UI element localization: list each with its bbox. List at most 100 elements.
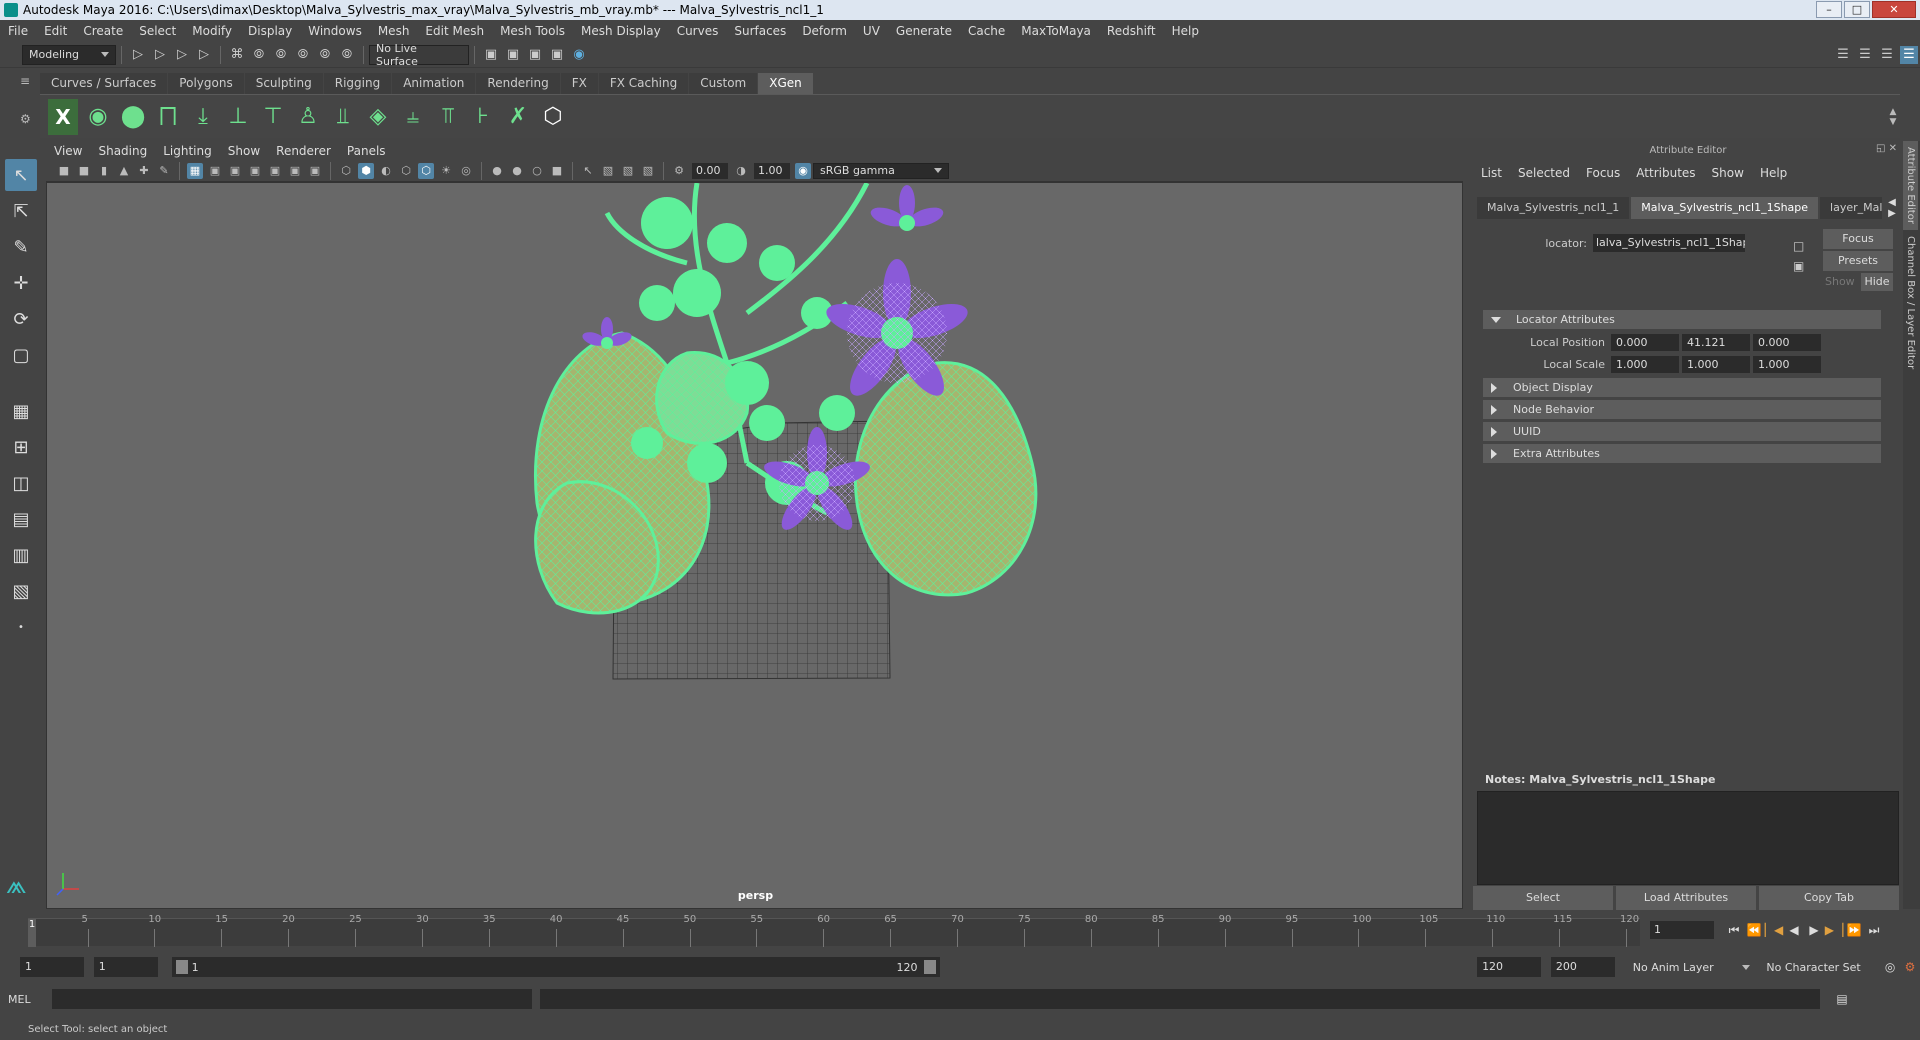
side-tab-attribute-editor[interactable]: Attribute Editor xyxy=(1903,141,1918,230)
render-icon[interactable]: ▣ xyxy=(504,46,522,64)
current-frame-field[interactable]: 1 xyxy=(1650,921,1714,939)
range-start-handle[interactable] xyxy=(175,960,188,974)
new-scene-icon[interactable]: ▷ xyxy=(129,46,147,64)
copy-tab-button[interactable]: Copy Tab xyxy=(1759,886,1899,910)
tab-polygons[interactable]: Polygons xyxy=(168,72,244,94)
menu-mesh[interactable]: Mesh xyxy=(370,20,418,42)
vp-menu-renderer[interactable]: Renderer xyxy=(268,144,339,158)
time-slider[interactable]: 1 5 10 15 20 25 30 35 40 45 50 55 60 65 70 75 80 85 90 95 1… xyxy=(20,912,1642,947)
persp-viewport[interactable]: persp xyxy=(46,182,1463,909)
menu-windows[interactable]: Windows xyxy=(300,20,370,42)
wireframe-on-shaded-icon[interactable]: ⬡ xyxy=(398,163,414,179)
anti-aliasing-icon[interactable]: ■ xyxy=(549,163,565,179)
output-node-icon[interactable]: ▣ xyxy=(1793,259,1804,273)
command-input[interactable] xyxy=(52,989,532,1009)
xray-icon[interactable]: ⬡ xyxy=(418,162,434,179)
tab-curves-surfaces[interactable]: Curves / Surfaces xyxy=(40,72,168,94)
xgen-comb-icon[interactable]: ⫫ xyxy=(328,99,358,135)
ae-menu-help[interactable]: Help xyxy=(1752,166,1795,180)
layers-icon[interactable]: ☰ xyxy=(1900,45,1918,64)
step-back-key-icon[interactable]: ⏪ xyxy=(1744,920,1764,940)
load-attributes-button[interactable]: Load Attributes xyxy=(1616,886,1756,910)
shadows-icon[interactable]: ● xyxy=(489,163,505,179)
show-button[interactable]: Show xyxy=(1825,273,1859,291)
node-name-field[interactable]: lalva_Sylvestris_ncl1_1Shape xyxy=(1593,234,1745,252)
time-slider-track[interactable]: 1 5 10 15 20 25 30 35 40 45 50 55 60 65 70 75 80 85 90 95 1… xyxy=(28,914,1640,947)
lasso-tool-icon[interactable]: ⇱ xyxy=(5,195,37,227)
resolution-gate-icon[interactable]: ▣ xyxy=(227,163,243,179)
motion-blur-icon[interactable]: ○ xyxy=(529,163,545,179)
undo-icon[interactable]: ▷ xyxy=(195,46,213,64)
tab-sculpting[interactable]: Sculpting xyxy=(244,72,323,94)
current-time-marker[interactable]: 1 xyxy=(28,919,36,947)
menu-help[interactable]: Help xyxy=(1164,20,1207,42)
camera-attr-icon[interactable]: ■ xyxy=(76,163,92,179)
xgen-layers-icon[interactable]: ◈ xyxy=(363,99,393,135)
paint-select-tool-icon[interactable]: ✎ xyxy=(5,231,37,263)
menu-uv[interactable]: UV xyxy=(855,20,888,42)
grease-pencil-icon[interactable]: ✎ xyxy=(156,163,172,179)
menu-select[interactable]: Select xyxy=(131,20,184,42)
color-management-icon[interactable]: ◉ xyxy=(795,162,811,179)
presets-button[interactable]: Presets xyxy=(1823,251,1893,271)
xgen-groom-icon[interactable]: ⫪ xyxy=(433,99,463,135)
ae-menu-show[interactable]: Show xyxy=(1704,166,1752,180)
rotate-tool-icon[interactable]: ⟳ xyxy=(5,303,37,335)
animation-end-field[interactable]: 200 xyxy=(1550,957,1615,977)
exposure-field[interactable]: 0.00 xyxy=(692,162,728,179)
xgen-editor-icon[interactable]: X xyxy=(48,98,78,135)
float-close-icons[interactable]: ◱ ✕ xyxy=(1876,143,1897,154)
xgen-add-guide-icon[interactable]: ⤓ xyxy=(188,99,218,135)
menu-file[interactable]: File xyxy=(0,20,36,42)
notes-textarea[interactable] xyxy=(1477,791,1899,885)
render-settings-icon[interactable]: ▣ xyxy=(548,46,566,64)
image-plane-icon[interactable]: ▲ xyxy=(116,163,132,179)
safe-title-icon[interactable]: ▣ xyxy=(307,163,323,179)
step-forward-key-icon[interactable]: ⏩ xyxy=(1844,920,1864,940)
xgen-cut-icon[interactable]: ✗ xyxy=(503,99,533,135)
exposure-icon[interactable]: ⚙ xyxy=(671,163,687,179)
menu-curves[interactable]: Curves xyxy=(669,20,727,42)
menu-surfaces[interactable]: Surfaces xyxy=(726,20,794,42)
hypershade-layout-icon[interactable]: ▥ xyxy=(5,539,37,571)
animation-start-field[interactable]: 1 xyxy=(19,957,84,977)
menu-generate[interactable]: Generate xyxy=(888,20,960,42)
xray-active-icon[interactable]: ▧ xyxy=(620,163,636,179)
xgen-rebuild-guide-icon[interactable]: ⊤ xyxy=(258,99,288,135)
menu-display[interactable]: Display xyxy=(240,20,300,42)
xgen-description-icon[interactable]: ⬤ xyxy=(118,99,148,135)
ae-tab-shape[interactable]: Malva_Sylvestris_ncl1_1Shape xyxy=(1631,197,1819,219)
step-forward-frame-icon[interactable]: ▶▕ xyxy=(1824,920,1844,940)
menu-edit-mesh[interactable]: Edit Mesh xyxy=(417,20,492,42)
tab-animation[interactable]: Animation xyxy=(392,72,476,94)
tab-custom[interactable]: Custom xyxy=(689,72,758,94)
range-end-handle[interactable] xyxy=(923,960,936,974)
ambient-occlusion-icon[interactable]: ● xyxy=(509,163,525,179)
four-view-layout-icon[interactable]: ⊞ xyxy=(5,431,37,463)
camera-icon[interactable]: ■ xyxy=(56,163,72,179)
script-editor-icon[interactable]: ▤ xyxy=(1832,989,1852,1009)
ae-menu-selected[interactable]: Selected xyxy=(1510,166,1578,180)
grid-icon[interactable]: ▦ xyxy=(187,162,203,179)
play-forwards-icon[interactable]: ▶ xyxy=(1804,920,1824,940)
xgen-hexagon-icon[interactable]: ⬡ xyxy=(538,99,568,135)
snap-view-icon[interactable]: ⦾ xyxy=(338,46,356,64)
save-scene-icon[interactable]: ▷ xyxy=(173,46,191,64)
tab-fx[interactable]: FX xyxy=(560,72,598,94)
xgen-lock-guide-icon[interactable]: ♙ xyxy=(293,99,323,135)
auto-key-icon[interactable]: ◎ xyxy=(1880,957,1900,977)
persp-graph-layout-icon[interactable]: ▤ xyxy=(5,503,37,535)
backface-icon[interactable]: ▧ xyxy=(640,163,656,179)
menu-cache[interactable]: Cache xyxy=(960,20,1013,42)
script-language-label[interactable]: MEL xyxy=(0,993,31,1006)
vp-menu-panels[interactable]: Panels xyxy=(339,144,394,158)
hypershade-icon[interactable]: ◉ xyxy=(570,46,588,64)
shelf-settings-icon[interactable]: ⚙ xyxy=(20,112,32,126)
gamma-field[interactable]: 1.00 xyxy=(754,162,790,179)
gate-mask-icon[interactable]: ▣ xyxy=(247,163,263,179)
single-perspective-layout-icon[interactable]: ▦ xyxy=(5,395,37,427)
film-gate-icon[interactable]: ▣ xyxy=(207,163,223,179)
anim-prefs-icon[interactable]: ⚙ xyxy=(1900,957,1920,977)
tab-xgen[interactable]: XGen xyxy=(758,72,813,94)
playback-start-field[interactable]: 1 xyxy=(93,957,158,977)
